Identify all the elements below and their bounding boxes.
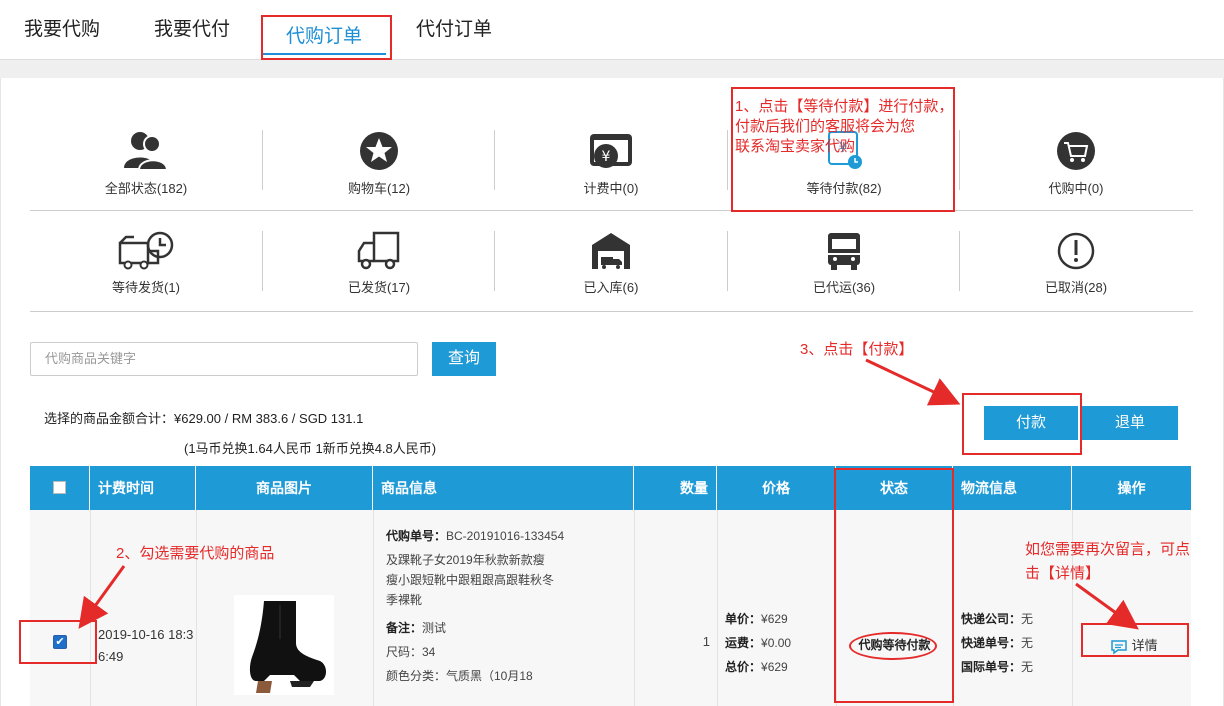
annotation-arrows	[78, 358, 1139, 630]
arrow-to-details	[1075, 582, 1139, 630]
arrow-to-checkbox	[78, 565, 126, 629]
arrow-to-pay	[865, 358, 961, 406]
